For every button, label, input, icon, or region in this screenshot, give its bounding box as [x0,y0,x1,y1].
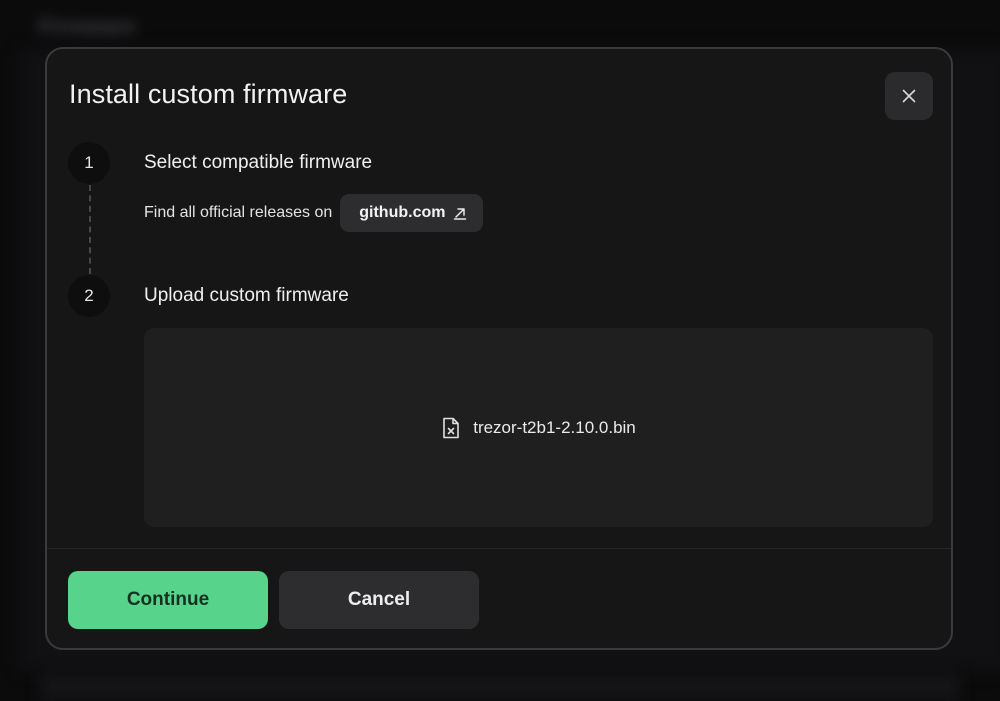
modal-title: Install custom firmware [69,79,348,109]
selected-file: trezor-t2b1-2.10.0.bin [441,417,636,439]
step-2-number: 2 [68,275,110,317]
close-button[interactable] [885,72,933,120]
step-1-number: 1 [68,142,110,184]
close-icon [902,89,916,103]
step-1-title: Select compatible firmware [144,152,373,173]
github-link-label: github.com [359,204,446,221]
background-strip [40,672,960,701]
background-title: Firmware [38,14,136,39]
github-link[interactable]: github.com [340,194,484,232]
external-link-icon [453,206,467,220]
file-name: trezor-t2b1-2.10.0.bin [473,417,636,437]
firmware-dropzone[interactable]: trezor-t2b1-2.10.0.bin [144,328,933,527]
install-firmware-modal: Install custom firmware 1 Select compati… [45,47,953,650]
footer-divider [47,548,951,549]
step-connector [89,185,91,274]
continue-button[interactable]: Continue [68,571,268,629]
file-icon [441,417,461,439]
releases-row: Find all official releases on github.com [144,194,484,232]
releases-description: Find all official releases on [144,204,333,221]
cancel-button[interactable]: Cancel [279,571,479,629]
step-2-title: Upload custom firmware [144,285,349,306]
